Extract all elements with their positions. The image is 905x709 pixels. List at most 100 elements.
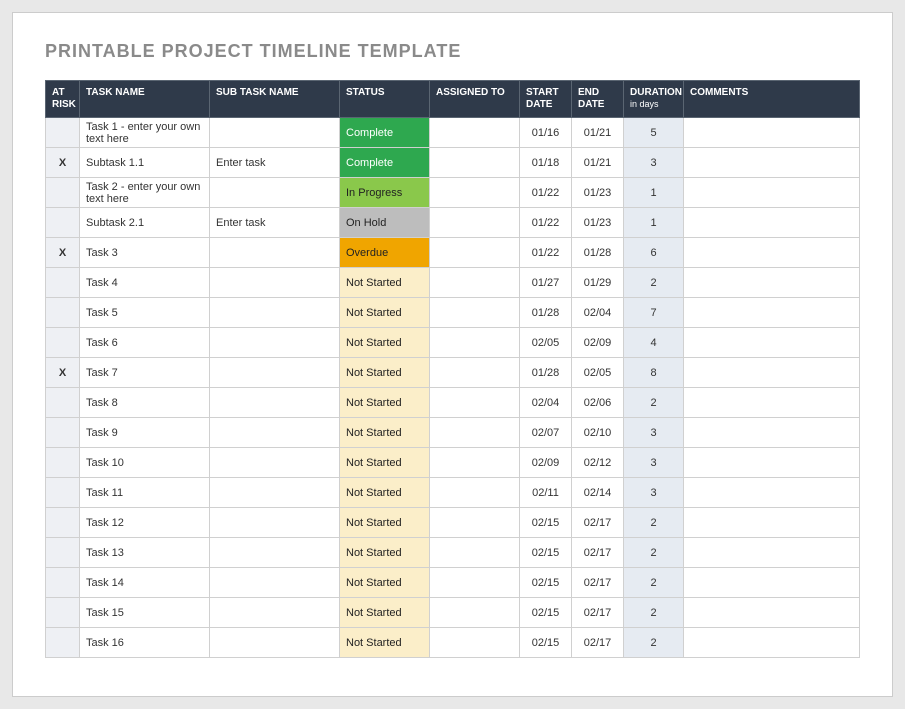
cell-assigned[interactable] (430, 148, 520, 178)
cell-start-date[interactable]: 02/11 (520, 478, 572, 508)
cell-end-date[interactable]: 02/14 (572, 478, 624, 508)
cell-duration[interactable]: 2 (624, 388, 684, 418)
cell-status[interactable]: Not Started (340, 628, 430, 658)
cell-comments[interactable] (684, 328, 860, 358)
cell-at-risk[interactable] (46, 388, 80, 418)
cell-comments[interactable] (684, 178, 860, 208)
cell-at-risk[interactable]: X (46, 358, 80, 388)
cell-at-risk[interactable] (46, 328, 80, 358)
cell-end-date[interactable]: 02/05 (572, 358, 624, 388)
cell-end-date[interactable]: 02/17 (572, 628, 624, 658)
cell-comments[interactable] (684, 148, 860, 178)
cell-end-date[interactable]: 02/17 (572, 598, 624, 628)
cell-assigned[interactable] (430, 628, 520, 658)
cell-duration[interactable]: 2 (624, 628, 684, 658)
cell-sub-task[interactable] (210, 388, 340, 418)
cell-assigned[interactable] (430, 598, 520, 628)
cell-assigned[interactable] (430, 418, 520, 448)
cell-start-date[interactable]: 01/16 (520, 118, 572, 148)
cell-assigned[interactable] (430, 478, 520, 508)
cell-start-date[interactable]: 02/05 (520, 328, 572, 358)
cell-at-risk[interactable] (46, 448, 80, 478)
cell-comments[interactable] (684, 388, 860, 418)
cell-end-date[interactable]: 01/21 (572, 148, 624, 178)
cell-assigned[interactable] (430, 208, 520, 238)
cell-sub-task[interactable] (210, 418, 340, 448)
cell-sub-task[interactable] (210, 118, 340, 148)
cell-sub-task[interactable] (210, 238, 340, 268)
cell-status[interactable]: Not Started (340, 358, 430, 388)
cell-start-date[interactable]: 02/15 (520, 628, 572, 658)
cell-task-name[interactable]: Task 11 (80, 478, 210, 508)
cell-status[interactable]: Complete (340, 118, 430, 148)
cell-duration[interactable]: 8 (624, 358, 684, 388)
cell-task-name[interactable]: Task 8 (80, 388, 210, 418)
cell-end-date[interactable]: 02/17 (572, 508, 624, 538)
cell-comments[interactable] (684, 268, 860, 298)
cell-comments[interactable] (684, 448, 860, 478)
cell-status[interactable]: Complete (340, 148, 430, 178)
cell-start-date[interactable]: 01/27 (520, 268, 572, 298)
cell-sub-task[interactable] (210, 598, 340, 628)
cell-sub-task[interactable] (210, 628, 340, 658)
cell-assigned[interactable] (430, 388, 520, 418)
cell-task-name[interactable]: Task 16 (80, 628, 210, 658)
cell-start-date[interactable]: 01/22 (520, 238, 572, 268)
cell-comments[interactable] (684, 628, 860, 658)
cell-end-date[interactable]: 02/10 (572, 418, 624, 448)
cell-comments[interactable] (684, 538, 860, 568)
cell-comments[interactable] (684, 508, 860, 538)
cell-at-risk[interactable]: X (46, 148, 80, 178)
cell-status[interactable]: Not Started (340, 298, 430, 328)
cell-task-name[interactable]: Task 15 (80, 598, 210, 628)
cell-at-risk[interactable]: X (46, 238, 80, 268)
cell-at-risk[interactable] (46, 598, 80, 628)
cell-at-risk[interactable] (46, 298, 80, 328)
cell-at-risk[interactable] (46, 178, 80, 208)
cell-comments[interactable] (684, 238, 860, 268)
cell-start-date[interactable]: 01/22 (520, 178, 572, 208)
cell-start-date[interactable]: 01/18 (520, 148, 572, 178)
cell-start-date[interactable]: 02/15 (520, 538, 572, 568)
cell-assigned[interactable] (430, 358, 520, 388)
cell-start-date[interactable]: 02/09 (520, 448, 572, 478)
cell-task-name[interactable]: Task 4 (80, 268, 210, 298)
cell-at-risk[interactable] (46, 508, 80, 538)
cell-task-name[interactable]: Subtask 2.1 (80, 208, 210, 238)
cell-end-date[interactable]: 02/09 (572, 328, 624, 358)
cell-end-date[interactable]: 01/23 (572, 208, 624, 238)
cell-comments[interactable] (684, 118, 860, 148)
cell-sub-task[interactable] (210, 298, 340, 328)
cell-start-date[interactable]: 02/15 (520, 568, 572, 598)
cell-status[interactable]: Not Started (340, 568, 430, 598)
cell-end-date[interactable]: 01/23 (572, 178, 624, 208)
cell-comments[interactable] (684, 478, 860, 508)
cell-duration[interactable]: 2 (624, 598, 684, 628)
cell-duration[interactable]: 2 (624, 508, 684, 538)
cell-start-date[interactable]: 02/04 (520, 388, 572, 418)
cell-duration[interactable]: 1 (624, 208, 684, 238)
cell-status[interactable]: Not Started (340, 448, 430, 478)
cell-end-date[interactable]: 01/29 (572, 268, 624, 298)
cell-end-date[interactable]: 02/12 (572, 448, 624, 478)
cell-sub-task[interactable] (210, 478, 340, 508)
cell-sub-task[interactable]: Enter task (210, 208, 340, 238)
cell-duration[interactable]: 1 (624, 178, 684, 208)
cell-end-date[interactable]: 02/04 (572, 298, 624, 328)
cell-task-name[interactable]: Task 2 - enter your own text here (80, 178, 210, 208)
cell-start-date[interactable]: 02/15 (520, 508, 572, 538)
cell-sub-task[interactable] (210, 328, 340, 358)
cell-assigned[interactable] (430, 178, 520, 208)
cell-task-name[interactable]: Task 14 (80, 568, 210, 598)
cell-task-name[interactable]: Task 3 (80, 238, 210, 268)
cell-sub-task[interactable] (210, 538, 340, 568)
cell-end-date[interactable]: 02/06 (572, 388, 624, 418)
cell-assigned[interactable] (430, 238, 520, 268)
cell-sub-task[interactable] (210, 268, 340, 298)
cell-end-date[interactable]: 01/21 (572, 118, 624, 148)
cell-sub-task[interactable]: Enter task (210, 148, 340, 178)
cell-status[interactable]: Not Started (340, 388, 430, 418)
cell-duration[interactable]: 2 (624, 568, 684, 598)
cell-start-date[interactable]: 02/15 (520, 598, 572, 628)
cell-assigned[interactable] (430, 328, 520, 358)
